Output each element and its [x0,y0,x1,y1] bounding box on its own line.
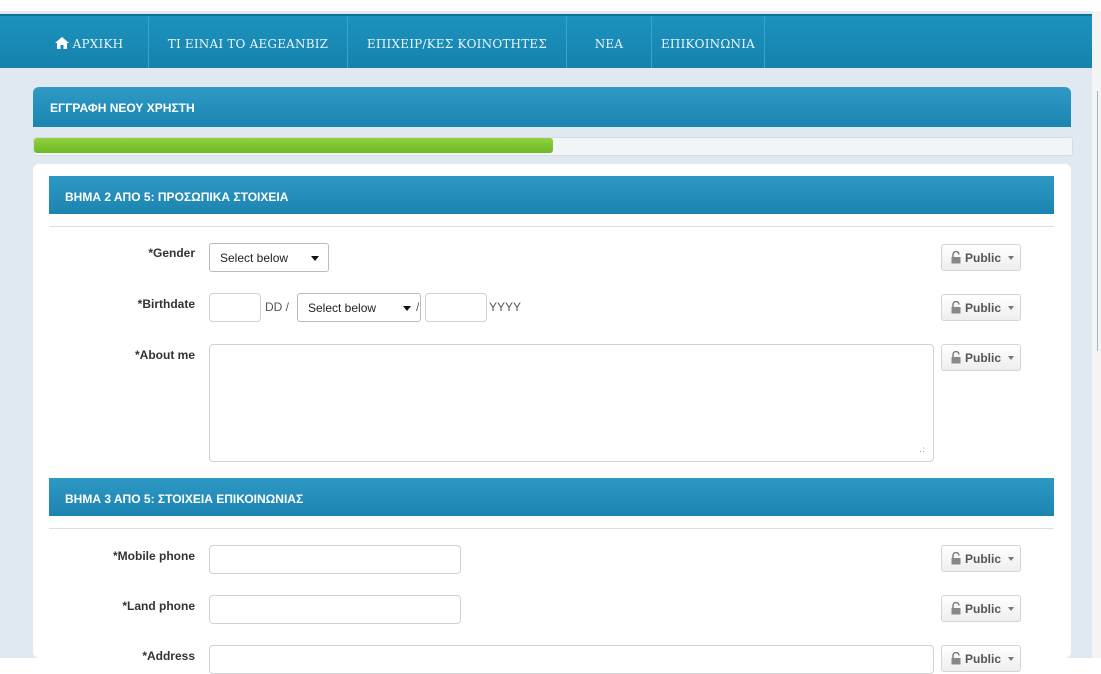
scroll-edge [1092,11,1101,658]
lock-icon [951,652,961,665]
land-phone-privacy-button[interactable]: Public [941,595,1021,622]
privacy-label: Public [965,552,1002,566]
about-privacy-button[interactable]: Public [941,344,1021,371]
privacy-label: Public [965,301,1002,315]
caret-down-icon [1008,306,1014,310]
birthdate-label: *Birthdate [137,297,195,311]
caret-down-icon [1008,607,1014,611]
land-phone-label: *Land phone [122,599,195,613]
birth-month-value: Select below [308,301,377,315]
divider [49,226,1054,227]
nav-communities[interactable]: ΕΠΙΧΕΙΡ/ΚΕΣ ΚΟΙΝΟΤΗΤΕΣ [348,16,567,68]
privacy-label: Public [965,652,1002,666]
day-hint: DD / [265,300,289,314]
registration-progress [33,137,1073,156]
birthdate-privacy-button[interactable]: Public [941,294,1021,321]
page-title: ΕΓΓΡΑΦΗ ΝΕΟΥ ΧΡΗΣΤΗ [50,101,195,115]
top-border [0,0,1101,11]
privacy-label: Public [965,351,1002,365]
address-input[interactable] [209,645,934,674]
gender-select[interactable]: Select below [209,243,329,272]
mobile-phone-input[interactable] [209,545,461,574]
page-title-bar: ΕΓΓΡΑΦΗ ΝΕΟΥ ΧΡΗΣΤΗ [33,87,1071,127]
mobile-privacy-button[interactable]: Public [941,545,1021,572]
caret-down-icon [1008,557,1014,561]
step2-header: ΒΗΜΑ 2 ΑΠΟ 5: ΠΡΟΣΩΠΙΚΑ ΣΤΟΙΧΕΙΑ [49,176,1054,214]
nav-home-label: ΑΡΧΙΚΗ [72,37,124,51]
lock-icon [951,301,961,314]
step3-header: ΒΗΜΑ 3 ΑΠΟ 5: ΣΤΟΙΧΕΙΑ ΕΠΙΚΟΙΝΩΝΙΑΣ [49,478,1054,516]
year-hint: YYYY [489,300,522,314]
top-navigation: ΑΡΧΙΚΗ ΤΙ ΕΙΝΑΙ ΤΟ AEGEANBIZ ΕΠΙΧΕΙΡ/ΚΕΣ… [0,14,1092,68]
resize-handle-icon[interactable]: .: [919,446,925,455]
lock-icon [951,351,961,364]
caret-down-icon [403,306,411,311]
caret-down-icon [1008,356,1014,360]
nav-news[interactable]: ΝΕΑ [567,16,652,68]
progress-fill [34,138,553,153]
caret-down-icon [311,256,319,261]
address-label: *Address [142,649,195,663]
nav-home[interactable]: ΑΡΧΙΚΗ [30,16,149,68]
gender-label: *Gender [148,246,195,260]
lock-icon [951,602,961,615]
gender-select-value: Select below [220,251,289,265]
date-separator: / [416,300,420,314]
address-privacy-button[interactable]: Public [941,645,1021,672]
birth-day-input[interactable] [209,293,261,322]
mobile-label: *Mobile phone [113,549,195,563]
home-icon [54,17,69,73]
nav-about[interactable]: ΤΙ ΕΙΝΑΙ ΤΟ AEGEANBIZ [149,16,348,68]
lock-icon [951,552,961,565]
step2-title: ΒΗΜΑ 2 ΑΠΟ 5: ΠΡΟΣΩΠΙΚΑ ΣΤΟΙΧΕΙΑ [65,190,289,204]
step3-title: ΒΗΜΑ 3 ΑΠΟ 5: ΣΤΟΙΧΕΙΑ ΕΠΙΚΟΙΝΩΝΙΑΣ [65,492,304,506]
divider [49,528,1054,529]
nav-contact[interactable]: ΕΠΙΚΟΙΝΩΝΙΑ [652,16,765,68]
about-label: *About me [135,348,195,362]
about-textarea[interactable]: .: [209,344,934,462]
privacy-label: Public [965,602,1002,616]
birth-year-input[interactable] [425,293,487,322]
gender-privacy-button[interactable]: Public [941,244,1021,271]
land-phone-input[interactable] [209,595,461,624]
privacy-label: Public [965,251,1002,265]
caret-down-icon [1008,256,1014,260]
birth-month-select[interactable]: Select below [297,293,421,322]
lock-icon [951,251,961,264]
